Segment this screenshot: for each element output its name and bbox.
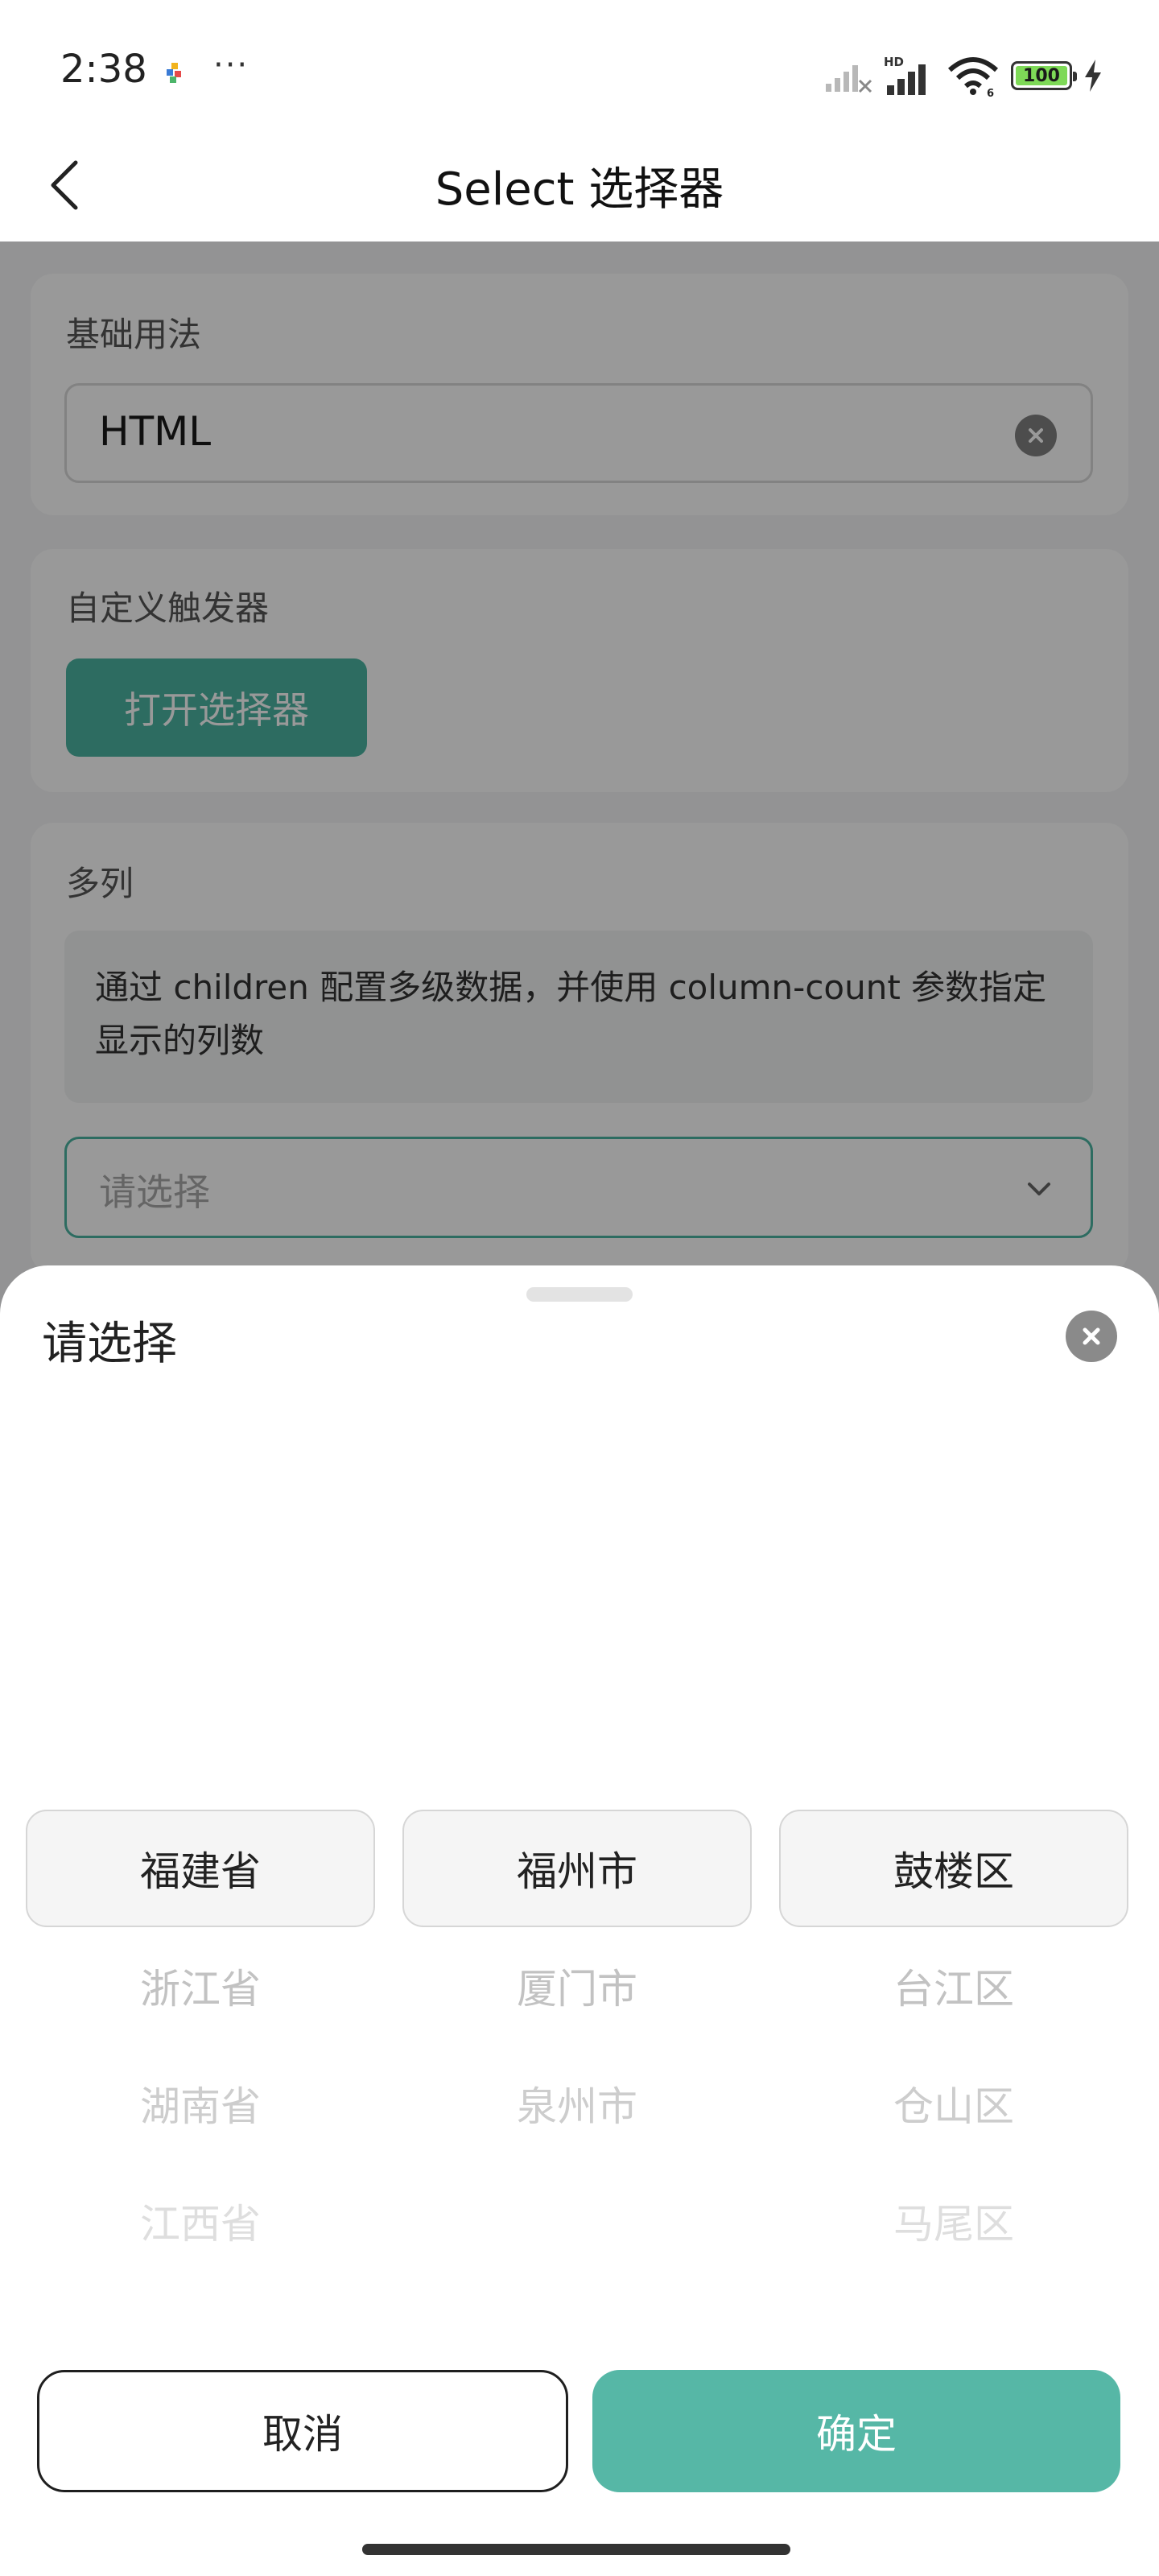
battery-level: 100 [1016, 66, 1067, 86]
picker-option[interactable]: 仓山区 [779, 2045, 1128, 2162]
signal-hd-icon: HD [884, 55, 926, 95]
province-column[interactable]: 福建省 浙江省 湖南省 江西省 [26, 1810, 375, 2248]
home-indicator[interactable] [362, 2544, 790, 2555]
more-notifications-icon: ··· [213, 47, 250, 84]
picker-option[interactable]: 浙江省 [26, 1927, 375, 2045]
svg-text:6: 6 [987, 88, 994, 97]
nav-header: Select 选择器 [0, 129, 1159, 242]
status-icons: HD 6 100 [824, 53, 1103, 98]
city-column[interactable]: 福州市 厦门市 泉州市 [402, 1810, 752, 2132]
picker-option[interactable]: 泉州市 [402, 2045, 752, 2162]
picker-option[interactable]: 马尾区 [779, 2162, 1128, 2280]
status-bar: 2:38 ··· HD 6 100 [0, 0, 1159, 129]
picker-option-selected[interactable]: 福建省 [26, 1810, 375, 1927]
picker-columns[interactable]: 福建省 浙江省 湖南省 江西省 福州市 厦门市 泉州市 鼓楼区 台江区 仓山区 … [26, 1810, 1133, 2248]
page-title: Select 选择器 [435, 163, 724, 216]
app-notification-icon [167, 63, 181, 83]
drag-handle[interactable] [526, 1287, 633, 1302]
picker-option[interactable]: 台江区 [779, 1927, 1128, 2045]
picker-option-selected[interactable]: 鼓楼区 [779, 1810, 1128, 1927]
close-icon [1083, 1327, 1100, 1345]
battery-icon: 100 [1011, 61, 1077, 90]
picker-option[interactable]: 湖南省 [26, 2045, 375, 2162]
sheet-title: 请选择 [42, 1318, 177, 1370]
wifi-icon: 6 [947, 57, 999, 97]
status-time: 2:38 [60, 47, 147, 92]
picker-option-selected[interactable]: 福州市 [402, 1810, 752, 1927]
cancel-button[interactable]: 取消 [37, 2370, 568, 2492]
picker-option[interactable]: 江西省 [26, 2162, 375, 2280]
close-button[interactable] [1066, 1311, 1117, 1362]
district-column[interactable]: 鼓楼区 台江区 仓山区 马尾区 [779, 1810, 1128, 2248]
picker-sheet: 请选择 福建省 浙江省 湖南省 江西省 福州市 厦门市 泉州市 鼓楼区 台江区 … [0, 1265, 1159, 2576]
confirm-button[interactable]: 确定 [592, 2370, 1120, 2492]
picker-option[interactable]: 厦门市 [402, 1927, 752, 2045]
charging-icon [1085, 60, 1101, 92]
svg-text:HD: HD [884, 55, 904, 69]
signal-nosim-icon [826, 65, 872, 93]
